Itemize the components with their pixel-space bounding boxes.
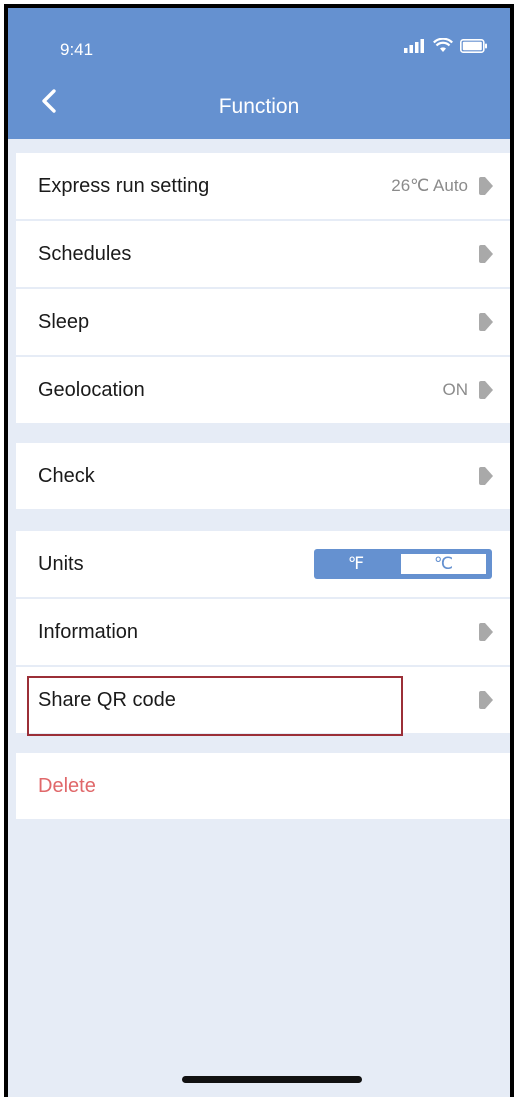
row-sleep[interactable]: Sleep [16,289,510,355]
chevron-right-icon [476,176,496,196]
delete-button[interactable]: Delete [38,775,96,798]
row-value: 26℃ Auto [391,176,468,195]
fahrenheit-option[interactable]: ℉ [314,554,398,574]
status-time: 9:41 [60,40,94,59]
chevron-right-icon [476,380,496,400]
row-schedules[interactable]: Schedules [16,221,510,287]
chevron-right-icon [476,690,496,710]
row-units: Units ℉ ℃ [16,531,510,597]
wifi-icon [433,38,453,52]
row-share-qr-code[interactable]: Share QR code [16,667,510,733]
chevron-right-icon [476,466,496,486]
row-label: Schedules [38,242,132,265]
row-value: ON [442,380,469,399]
navigation-header: 9:41 Function [8,8,510,139]
chevron-right-icon [476,312,496,332]
row-label: Geolocation [38,378,145,401]
row-geolocation[interactable]: Geolocation ON [16,357,510,423]
row-label: Share QR code [38,688,176,711]
row-label: Express run setting [38,174,210,197]
row-check[interactable]: Check [16,443,510,509]
row-label: Information [38,620,139,643]
row-label: Units [38,552,84,575]
celsius-option[interactable]: ℃ [401,554,486,574]
chevron-right-icon [476,622,496,642]
chevron-right-icon [476,244,496,264]
row-information[interactable]: Information [16,599,510,665]
row-label: Sleep [38,310,90,333]
battery-icon [460,38,487,53]
signal-icon [404,38,424,53]
row-delete[interactable]: Delete [16,753,510,819]
page-title: Function [218,95,300,118]
status-icons [404,38,488,53]
row-express-run-setting[interactable]: Express run setting 26℃ Auto [16,153,510,219]
home-indicator [182,1076,362,1083]
row-label: Check [38,464,95,487]
units-toggle[interactable]: ℉ ℃ [314,549,492,579]
phone-screen: 9:41 Function Express run setting 26℃ Au… [4,4,514,1097]
